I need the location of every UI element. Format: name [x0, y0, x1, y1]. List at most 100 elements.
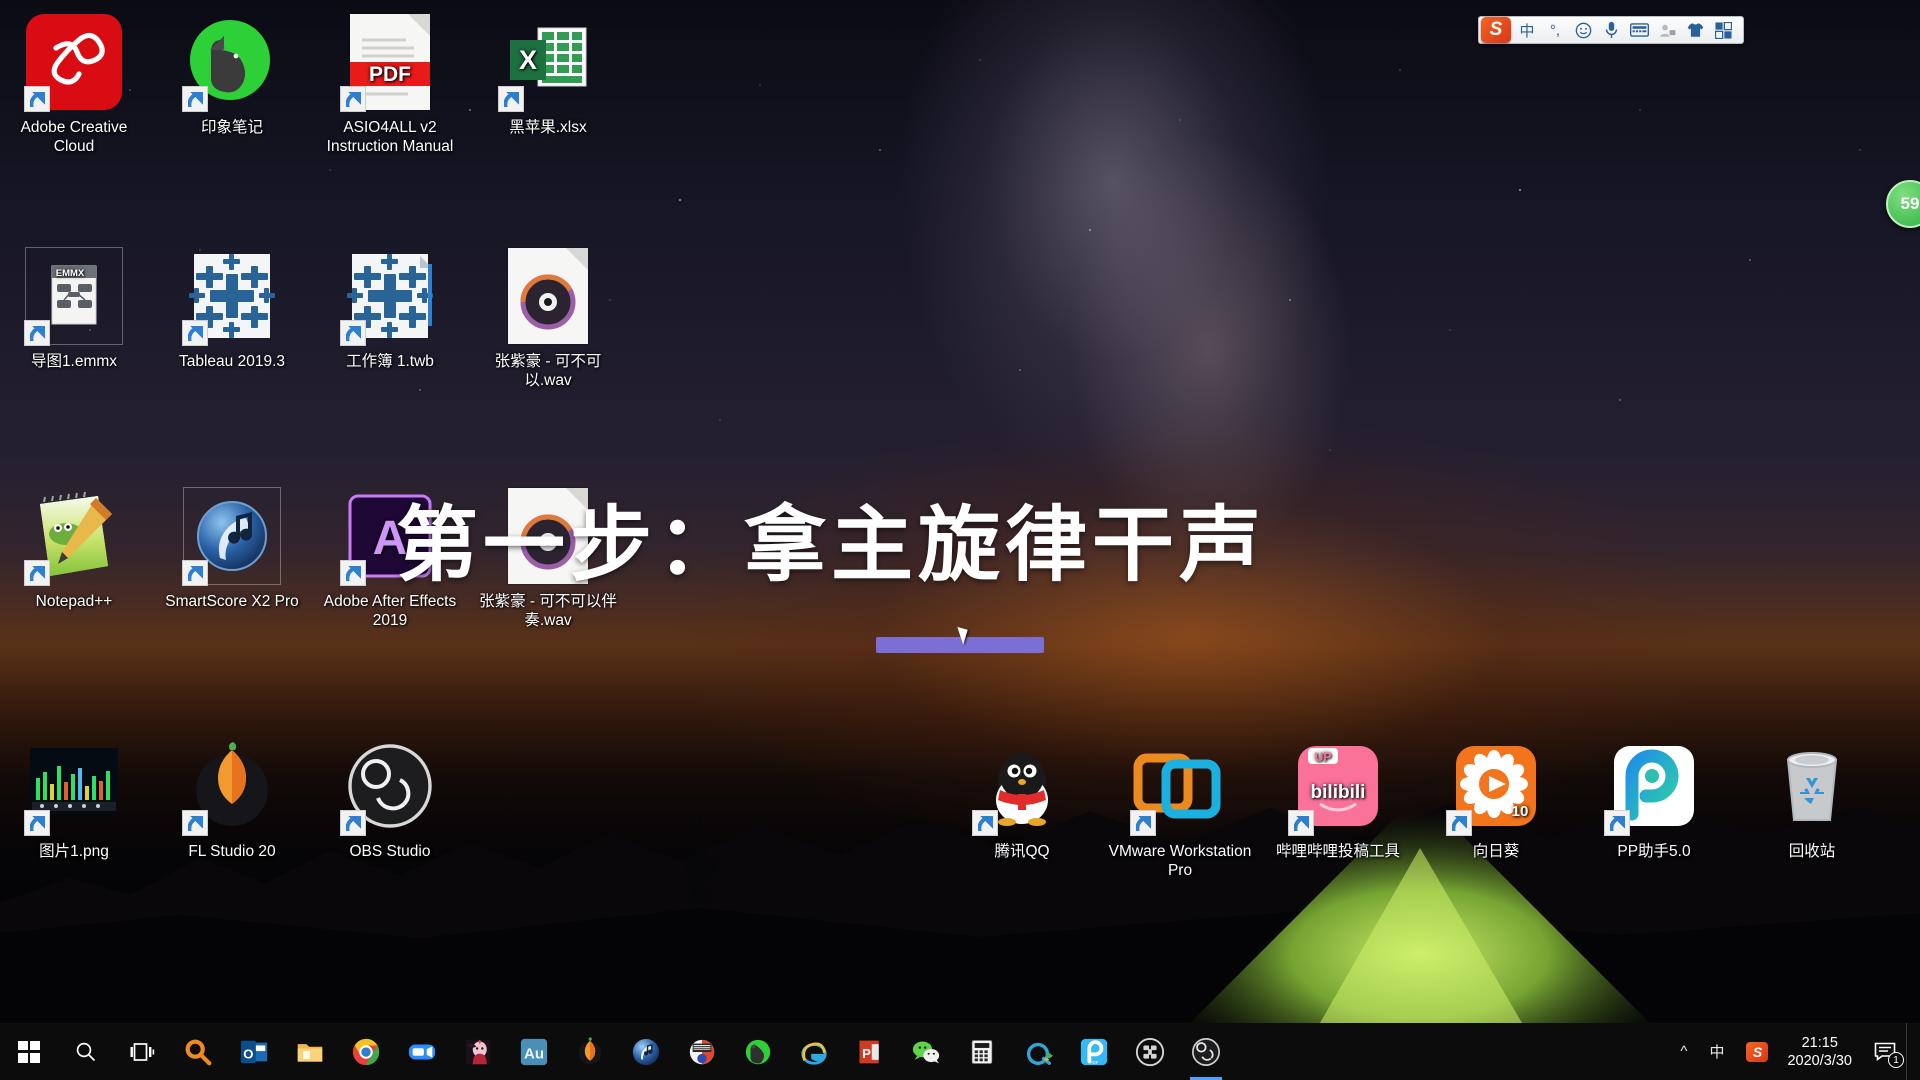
emoji-icon[interactable] — [1569, 18, 1597, 42]
taskbar-outlook-icon[interactable]: O — [226, 1023, 282, 1080]
desktop-icon-notepad[interactable]: Notepad++ — [0, 488, 148, 611]
shortcut-overlay-icon — [182, 86, 208, 112]
desktop-icon-excel[interactable]: X 黑苹果.xlsx — [474, 14, 622, 137]
tableau-icon — [182, 248, 280, 346]
qq-icon — [1022, 1036, 1054, 1068]
tray-ime-indicator[interactable]: 中 — [1698, 1023, 1735, 1080]
desktop-icon-label: Tableau 2019.3 — [178, 353, 285, 370]
desktop-icon-label: 张紫豪 - 可不可以伴奏.wav — [479, 593, 617, 629]
taskbar-pp-assistant-icon[interactable]: PDF — [1066, 1023, 1122, 1080]
taskbar-zoom-icon[interactable] — [394, 1023, 450, 1080]
desktop-icon-twb[interactable]: 工作簿 1.twb — [316, 248, 464, 371]
taskbar: O Au P PDF ^ 中 S 21:15 2020/3/30 1 — [0, 1023, 1920, 1080]
toolbox-icon[interactable] — [1709, 18, 1737, 42]
taskbar-google-chrome-icon[interactable] — [338, 1023, 394, 1080]
taskbar-wechat-icon[interactable] — [898, 1023, 954, 1080]
taskbar-evernote-icon[interactable] — [730, 1023, 786, 1080]
vmware-icon — [1130, 738, 1228, 836]
tray-sogou-icon[interactable]: S — [1735, 1023, 1779, 1080]
desktop-icon-evernote[interactable]: 印象笔记 — [158, 14, 306, 137]
taskbar-musescore-icon[interactable] — [674, 1023, 730, 1080]
calculator-icon — [966, 1036, 998, 1068]
shortcut-overlay-icon — [182, 560, 208, 586]
desktop-icon-tableau[interactable]: Tableau 2019.3 — [158, 248, 306, 371]
language-mode-icon[interactable]: 中 — [1513, 18, 1541, 42]
taskbar-file-explorer-icon[interactable] — [282, 1023, 338, 1080]
taskbar-powerpoint-icon[interactable]: P — [842, 1023, 898, 1080]
notification-center-icon[interactable]: 1 — [1864, 1023, 1906, 1080]
taskbar-adobe-audition-icon[interactable]: Au — [506, 1023, 562, 1080]
desktop-icon-sunflower[interactable]: 10 向日葵 — [1422, 738, 1570, 861]
taskbar-obs-studio-icon[interactable] — [1178, 1023, 1234, 1080]
desktop-icon-label: VMware Workstation Pro — [1108, 843, 1252, 879]
sogou-ime-toolbar[interactable]: S 中 °, — [1478, 16, 1744, 44]
everything-search-icon — [182, 1036, 214, 1068]
taskbar-app-list: O Au P PDF — [170, 1023, 1234, 1080]
desktop-icon-label: Adobe After Effects 2019 — [323, 593, 457, 629]
clock-date: 2020/3/30 — [1787, 1052, 1852, 1069]
show-desktop-button[interactable] — [1906, 1023, 1914, 1080]
taskbar-media-player-icon[interactable] — [450, 1023, 506, 1080]
desktop-icon-label: 工作簿 1.twb — [346, 353, 434, 370]
desktop-icon-smartscore[interactable]: SmartScore X2 Pro — [158, 487, 306, 611]
desktop-icon-wav[interactable]: 张紫豪 - 可不可以.wav — [474, 248, 622, 390]
bilibili-icon: UP bilibili — [1288, 738, 1386, 836]
desktop-icon-label: 图片1.png — [39, 843, 109, 860]
desktop-icon-label: Notepad++ — [35, 593, 113, 610]
svg-text:PDF: PDF — [1089, 1060, 1098, 1065]
shortcut-overlay-icon — [340, 810, 366, 836]
taskbar-fl-studio-icon[interactable] — [562, 1023, 618, 1080]
taskbar-everything-search-icon[interactable] — [170, 1023, 226, 1080]
desktop-icon-pdf[interactable]: PDF ASIO4ALL v2 Instruction Manual — [316, 14, 464, 156]
shortcut-overlay-icon — [498, 86, 524, 112]
taskbar-internet-explorer-icon[interactable] — [786, 1023, 842, 1080]
emmx-icon: EMMX — [24, 247, 123, 346]
taskbar-smartscore-icon[interactable] — [618, 1023, 674, 1080]
taskbar-calculator-icon[interactable] — [954, 1023, 1010, 1080]
taskbar-clock[interactable]: 21:15 2020/3/30 — [1779, 1034, 1864, 1070]
desktop-icon-png[interactable]: 图片1.png — [0, 738, 148, 861]
shortcut-overlay-icon — [340, 560, 366, 586]
desktop-icon-recycle[interactable]: 回收站 — [1738, 738, 1886, 861]
desktop-icon-label: 张紫豪 - 可不可以.wav — [494, 353, 602, 389]
evernote-icon — [182, 14, 280, 112]
shortcut-overlay-icon — [1288, 810, 1314, 836]
shortcut-overlay-icon — [182, 810, 208, 836]
user-account-icon[interactable] — [1653, 18, 1681, 42]
desktop-icon-bilibili[interactable]: UP bilibili 哔哩哔哩投稿工具 — [1264, 738, 1412, 861]
obs-studio-icon — [1190, 1036, 1222, 1068]
taskbar-qq-icon[interactable] — [1010, 1023, 1066, 1080]
taskbar-vmware-icon[interactable] — [1122, 1023, 1178, 1080]
skin-icon[interactable] — [1681, 18, 1709, 42]
qq-icon — [972, 738, 1070, 836]
sogou-logo-icon[interactable]: S — [1481, 17, 1511, 43]
desktop-icon-label: 导图1.emmx — [30, 353, 118, 370]
desktop-icon-label: 腾讯QQ — [994, 843, 1050, 860]
shortcut-overlay-icon — [340, 86, 366, 112]
tray-chevron-icon[interactable]: ^ — [1669, 1023, 1698, 1080]
excel-icon: X — [498, 14, 596, 112]
system-tray: ^ 中 S 21:15 2020/3/30 1 — [1669, 1023, 1920, 1080]
zoom-icon — [406, 1036, 438, 1068]
voice-input-icon[interactable] — [1597, 18, 1625, 42]
desktop-icon-flstudio[interactable]: FL Studio 20 — [158, 738, 306, 861]
desktop-icon-ppzhushou[interactable]: PP助手5.0 — [1580, 738, 1728, 861]
start-button[interactable] — [0, 1023, 58, 1080]
file-explorer-icon — [294, 1036, 326, 1068]
desktop-icon-qq[interactable]: 腾讯QQ — [948, 738, 1096, 861]
search-icon[interactable] — [58, 1023, 114, 1080]
desktop-icon-adobe-cc[interactable]: Adobe Creative Cloud — [0, 14, 148, 156]
task-view-icon[interactable] — [114, 1023, 170, 1080]
google-chrome-icon — [350, 1036, 382, 1068]
desktop-icon-label: 哔哩哔哩投稿工具 — [1275, 843, 1400, 860]
media-player-icon — [462, 1036, 494, 1068]
desktop-icon-label: SmartScore X2 Pro — [165, 593, 299, 610]
desktop-icon-emmx[interactable]: EMMX 导图1.emmx — [0, 247, 148, 371]
shortcut-overlay-icon — [1604, 810, 1630, 836]
punctuation-mode-icon[interactable]: °, — [1541, 18, 1569, 42]
desktop-icon-vmware[interactable]: VMware Workstation Pro — [1106, 738, 1254, 880]
svg-text:10: 10 — [1512, 803, 1529, 820]
soft-keyboard-icon[interactable] — [1625, 18, 1653, 42]
desktop-icon-obs[interactable]: OBS Studio — [316, 738, 464, 861]
svg-text:bilibili: bilibili — [1311, 782, 1366, 803]
